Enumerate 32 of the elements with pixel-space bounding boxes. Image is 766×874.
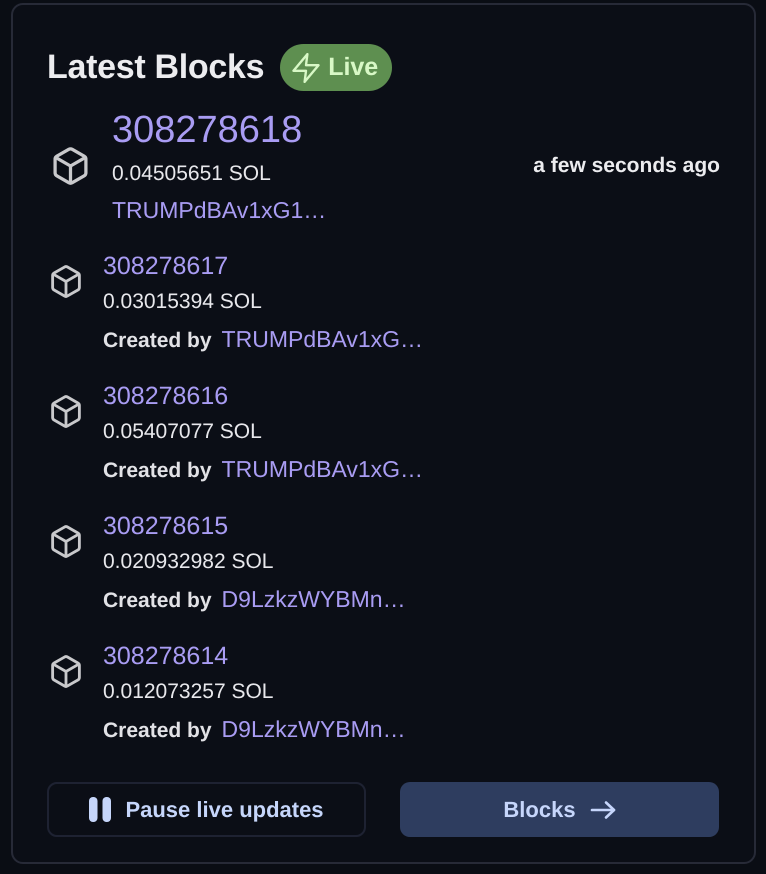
arrow-right-icon xyxy=(590,800,616,820)
bolt-icon xyxy=(292,52,320,82)
reward-text: 0.020932982 SOL xyxy=(103,549,274,575)
cube-icon xyxy=(50,265,82,298)
pause-button[interactable]: Pause live updates xyxy=(47,782,366,837)
section-title: Latest Blocks xyxy=(47,47,264,88)
creator-address-link[interactable]: D9LzkzWYBMn… xyxy=(222,580,406,618)
reward-text: 0.05407077 SOL xyxy=(103,419,262,445)
block-number-link[interactable]: 308278616 xyxy=(103,378,228,414)
block-number-link[interactable]: 308278614 xyxy=(103,638,228,674)
reward-text: 0.04505651 SOL xyxy=(112,161,271,187)
cube-icon xyxy=(50,395,82,428)
created-by-label: Created by xyxy=(103,588,212,614)
created-by-label: Created by xyxy=(103,328,212,354)
block-number-link[interactable]: 308278615 xyxy=(103,508,228,544)
creator-address-link[interactable]: TRUMPdBAv1xG… xyxy=(222,320,424,358)
timestamp-text: a few seconds ago xyxy=(533,153,720,180)
cube-icon xyxy=(50,525,82,558)
reward-text: 0.03015394 SOL xyxy=(103,289,262,315)
block-number-link[interactable]: 308278617 xyxy=(103,248,228,284)
block-number-link[interactable]: 308278618 xyxy=(112,108,302,152)
status-label: Live xyxy=(328,52,378,83)
cube-icon xyxy=(50,655,82,688)
creator-address-link[interactable]: TRUMPdBAv1xG… xyxy=(222,450,424,488)
blocks-button[interactable]: Blocks xyxy=(400,782,719,837)
creator-address-link[interactable]: D9LzkzWYBMn… xyxy=(222,710,406,748)
pause-icon xyxy=(89,797,112,822)
created-by-label: Created by xyxy=(103,718,212,744)
created-by-label: Created by xyxy=(103,458,212,484)
creator-address-link[interactable]: TRUMPdBAv1xG1… xyxy=(112,196,326,224)
cube-icon xyxy=(52,147,89,185)
reward-text: 0.012073257 SOL xyxy=(103,679,274,705)
